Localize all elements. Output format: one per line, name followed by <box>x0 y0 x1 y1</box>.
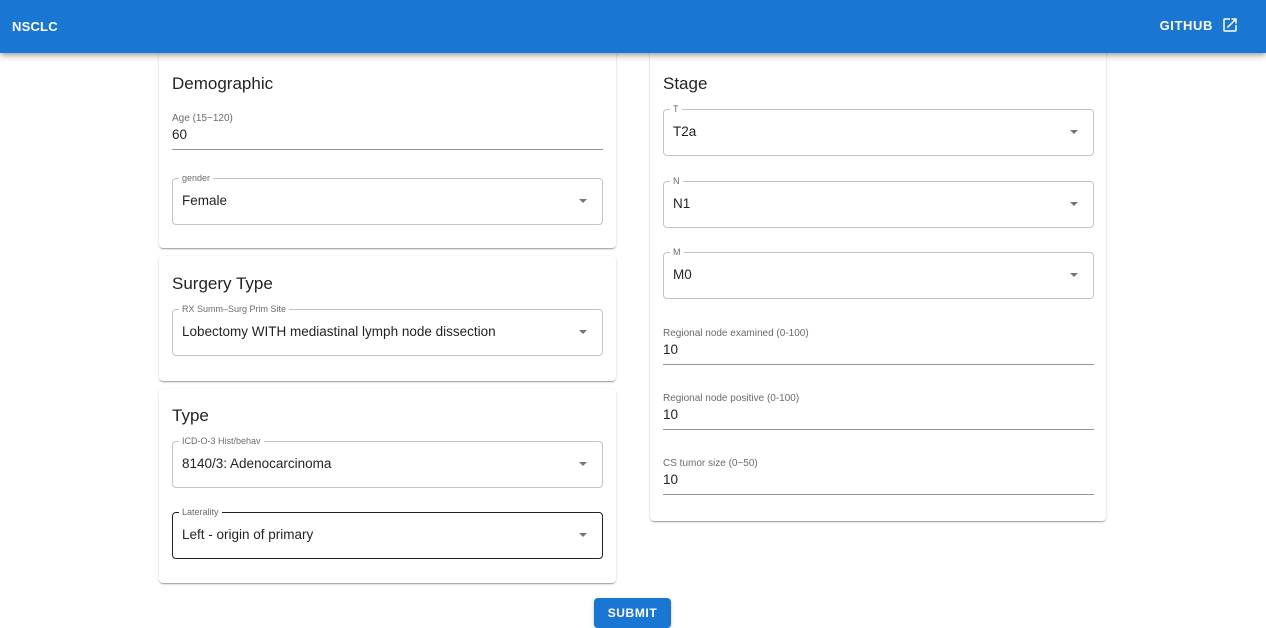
tumor-size-field[interactable]: CS tumor size (0~50) <box>663 458 1094 495</box>
type-card: Type ICD-O-3 Hist/behav 8140/3: Adenocar… <box>159 389 616 583</box>
m-label: M <box>670 247 684 258</box>
stage-title: Stage <box>663 74 708 93</box>
t-select[interactable]: T T2a <box>663 104 1094 156</box>
histology-label: ICD-O-3 Hist/behav <box>179 436 264 447</box>
submit-button[interactable]: SUBMIT <box>594 598 671 628</box>
surgery-site-label: RX Summ–Surg Prim Site <box>179 304 290 315</box>
open-in-new-icon <box>1223 18 1237 32</box>
n-label: N <box>670 176 683 187</box>
gender-label: gender <box>179 173 214 184</box>
nodes-examined-label: Regional node examined (0-100) <box>663 328 809 339</box>
surgery-site-select[interactable]: RX Summ–Surg Prim Site Lobectomy WITH me… <box>172 304 603 356</box>
gender-select[interactable]: gender Female <box>172 173 603 225</box>
m-select[interactable]: M M0 <box>663 247 1094 299</box>
histology-select[interactable]: ICD-O-3 Hist/behav 8140/3: Adenocarcinom… <box>172 436 603 488</box>
nodes-positive-input[interactable] <box>663 407 1094 422</box>
demographic-card: Demographic Age (15~120) gender Female <box>159 47 616 248</box>
arrow-drop-down-icon <box>579 462 587 466</box>
arrow-drop-down-icon <box>1070 273 1078 277</box>
t-value: T2a <box>673 124 697 139</box>
n-select[interactable]: N N1 <box>663 176 1094 228</box>
arrow-drop-down-icon <box>1070 130 1078 134</box>
github-label: GITHUB <box>1159 17 1213 33</box>
m-value: M0 <box>673 267 692 282</box>
age-underline <box>172 149 603 150</box>
age-input[interactable] <box>172 127 603 142</box>
app-bar: NSCLC GITHUB <box>0 0 1266 53</box>
n-value: N1 <box>673 196 691 211</box>
nodes-examined-input[interactable] <box>663 342 1094 357</box>
surgery-type-card: Surgery Type RX Summ–Surg Prim Site Lobe… <box>159 256 616 381</box>
age-field[interactable]: Age (15~120) <box>172 113 603 150</box>
t-label: T <box>670 104 682 115</box>
gender-value: Female <box>182 193 228 208</box>
nodes-examined-field[interactable]: Regional node examined (0-100) <box>663 328 1094 365</box>
surgery-type-title: Surgery Type <box>172 274 273 293</box>
nodes-positive-field[interactable]: Regional node positive (0-100) <box>663 393 1094 430</box>
histology-value: 8140/3: Adenocarcinoma <box>182 456 332 471</box>
age-label: Age (15~120) <box>172 113 233 124</box>
nodes-positive-underline <box>663 429 1094 430</box>
arrow-drop-down-icon <box>579 199 587 203</box>
laterality-value: Left - origin of primary <box>182 527 314 542</box>
arrow-drop-down-icon <box>579 330 587 334</box>
stage-card: Stage T T2a N N1 M M0 Regional node exam… <box>650 47 1106 521</box>
github-link[interactable]: GITHUB <box>1160 16 1239 34</box>
demographic-title: Demographic <box>172 74 274 93</box>
surgery-site-value: Lobectomy WITH mediastinal lymph node di… <box>182 324 496 339</box>
tumor-size-input[interactable] <box>663 472 1094 487</box>
nodes-examined-underline <box>663 364 1094 365</box>
type-title: Type <box>172 406 209 425</box>
laterality-select[interactable]: Laterality Left - origin of primary <box>172 507 603 559</box>
arrow-drop-down-icon <box>1070 202 1078 206</box>
tumor-size-label: CS tumor size (0~50) <box>663 458 758 469</box>
app-title: NSCLC <box>12 19 58 34</box>
nodes-positive-label: Regional node positive (0-100) <box>663 393 800 404</box>
laterality-label: Laterality <box>179 507 222 518</box>
tumor-size-underline <box>663 494 1094 495</box>
arrow-drop-down-icon <box>579 533 587 537</box>
